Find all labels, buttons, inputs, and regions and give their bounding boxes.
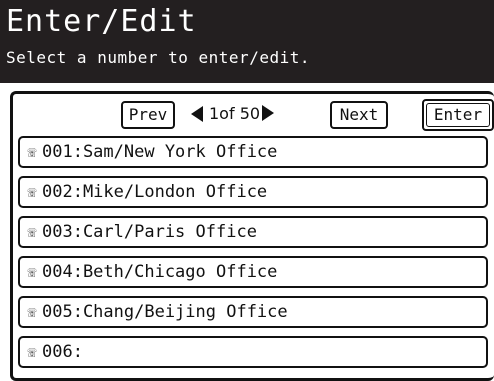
page-subtitle: Select a number to enter/edit. [6,48,310,67]
phone-icon: ☏ [27,263,37,281]
page-indicator: 1of 50 [209,104,275,124]
next-button[interactable]: Next [330,101,388,129]
page-title: Enter/Edit [6,4,197,39]
list-item[interactable]: ☏ 005:Chang/Beijing Office [18,296,488,328]
phone-icon: ☏ [27,343,37,361]
list-item-label: 004:Beth/Chicago Office [42,262,278,282]
list-item-label: 002:Mike/London Office [42,182,268,202]
enter-button[interactable]: Enter [422,99,494,131]
list-item-label: 006: [42,342,83,362]
right-arrow-icon [262,105,275,121]
phone-icon: ☏ [27,303,37,321]
list-item[interactable]: ☏ 002:Mike/London Office [18,176,488,208]
list-item[interactable]: ☏ 003:Carl/Paris Office [18,216,488,248]
entry-list-panel: Prev 1of 50 Next Enter ☏ 001:Sam/New York… [10,91,494,381]
list-item[interactable]: ☏ 001:Sam/New York Office [18,136,488,168]
phone-icon: ☏ [27,223,37,241]
prev-button[interactable]: Prev [121,101,175,129]
list-item-label: 005:Chang/Beijing Office [42,302,288,322]
list-item-label: 003:Carl/Paris Office [42,222,257,242]
list-item[interactable]: ☏ 004:Beth/Chicago Office [18,256,488,288]
page-indicator-text: 1of 50 [209,104,261,123]
title-bar: Enter/Edit Select a number to enter/edit… [0,0,494,83]
enter-button-label: Enter [426,103,490,127]
pagination-bar: Prev 1of 50 Next Enter [13,94,494,134]
list-item[interactable]: ☏ 006: [18,336,488,368]
phone-icon: ☏ [27,143,37,161]
list-item-label: 001:Sam/New York Office [42,142,278,162]
phone-icon: ☏ [27,183,37,201]
left-arrow-icon [191,106,203,122]
